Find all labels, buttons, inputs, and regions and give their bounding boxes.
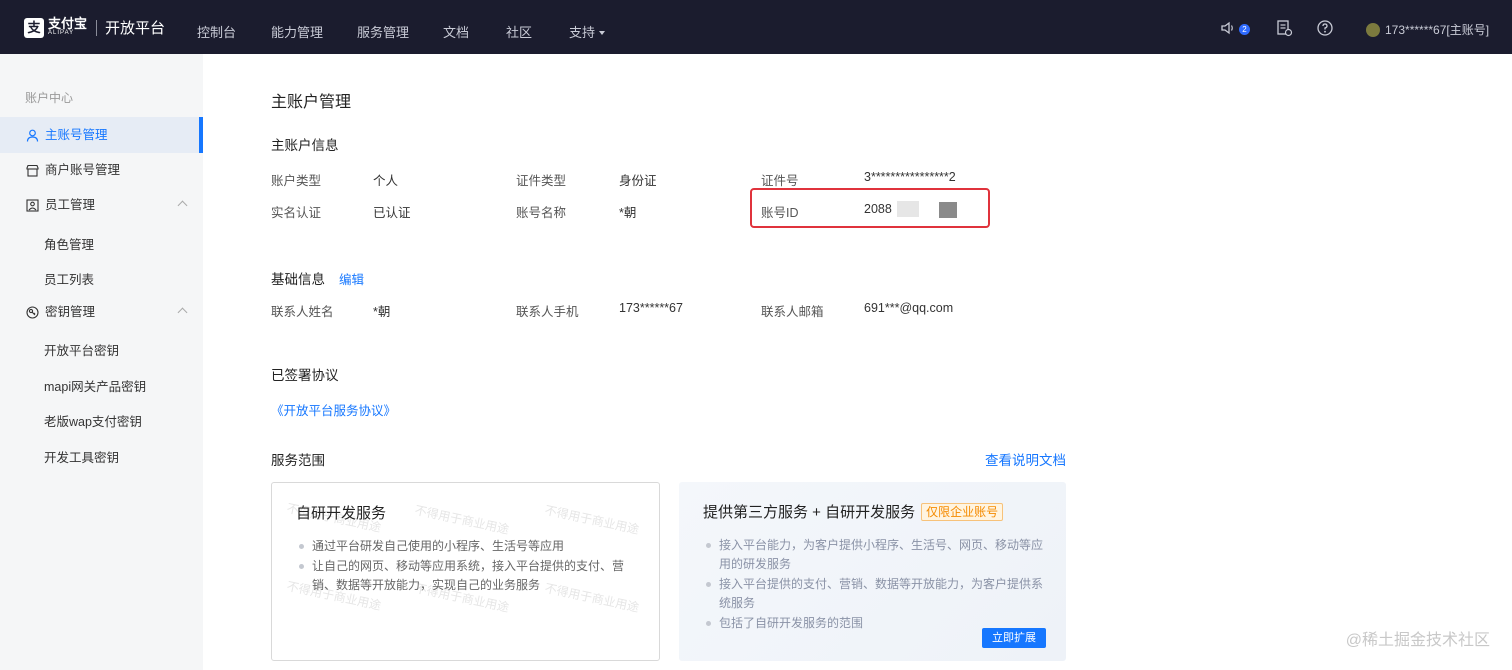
field-value: *朝 [373,305,391,319]
watermark: 不得用于商业用途 [413,503,511,537]
view-docs-link[interactable]: 查看说明文档 [985,449,1066,469]
field-value: 173******67 [619,301,683,315]
sidebar-item-main-account[interactable]: 主账号管理 [0,117,203,153]
card-bullets: 通过平台研发自己使用的小程序、生活号等应用 让自己的网页、移动等应用系统，接入平… [296,537,646,596]
field-label: 实名认证 [271,206,322,220]
field-value: 3****************2 [864,170,956,184]
nav-support[interactable]: 支持 [569,22,606,41]
card-title-text: 提供第三方服务 + 自研开发服务 [703,504,916,521]
service-scope-title: 服务范围 [271,453,325,468]
corner-watermark: @稀土掘金技术社区 [1345,632,1490,649]
platform-title: 开放平台 [105,20,166,37]
redaction-mask [897,201,919,217]
account-info-title: 主账户信息 [271,138,339,153]
main-content: 主账户管理 主账户信息 账户类型 个人 证件类型 身份证 证件号 3******… [203,54,1512,670]
agreement-link[interactable]: 《开放平台服务协议》 [271,400,396,419]
list-item: 接入平台能力，为客户提供小程序、生活号、网页、移动等应用的研发服务 [703,536,1053,574]
sidebar-item-label: 主账号管理 [45,128,108,142]
chevron-up-icon [177,200,188,211]
field-label: 联系人手机 [516,305,579,319]
help-icon[interactable] [1316,19,1334,37]
redaction-mask [939,202,957,218]
field-label: 账号ID [761,206,799,220]
sidebar-item-label: 商户账号管理 [45,163,121,177]
list-item: 让自己的网页、移动等应用系统，接入平台提供的支付、营销、数据等开放能力，实现自己… [296,557,646,595]
sidebar-item-label: 密钥管理 [45,305,96,319]
nav-docs[interactable]: 文档 [443,22,469,41]
notification-badge: 2 [1239,24,1250,35]
team-icon [26,198,39,212]
avatar [1366,22,1380,37]
user-menu[interactable]: 173******67[主账号] [1366,21,1489,38]
expand-now-button[interactable]: 立即扩展 [982,628,1046,648]
field-value: 691***@qq.com [864,301,954,315]
key-icon [26,305,39,319]
agreements-title: 已签署协议 [271,368,339,383]
field-label: 联系人邮箱 [761,305,824,319]
alipay-logo[interactable]: 支 支付宝 ALIPAY 开放平台 [24,17,165,38]
nav-console[interactable]: 控制台 [197,22,236,41]
edit-link[interactable]: 编辑 [339,269,364,288]
sidebar-item-dev-tool-key[interactable]: 开发工具密钥 [44,447,119,466]
nav-support-label: 支持 [569,25,596,40]
nav-capability[interactable]: 能力管理 [271,22,323,41]
sidebar-item-staff[interactable]: 员工管理 [0,187,203,223]
chevron-down-icon [599,31,606,35]
chevron-up-icon [177,307,188,318]
list-item: 接入平台提供的支付、营销、数据等开放能力，为客户提供系统服务 [703,575,1053,613]
field-value: *朝 [619,206,637,220]
sidebar-item-roles[interactable]: 角色管理 [44,234,94,253]
field-value: 个人 [373,174,399,188]
sidebar-item-staff-list[interactable]: 员工列表 [44,269,94,288]
field-label: 证件号 [761,174,799,188]
user-account-label: 173******67[主账号] [1385,23,1490,37]
sidebar: 账户中心 主账号管理 商户账号管理 员工管理 角色管理 员工列表 密钥管理 开放… [0,54,203,670]
account-id-value: 2088 [864,202,892,216]
self-dev-service-card[interactable]: 不得用于商业用途 不得用于商业用途 不得用于商业用途 不得用于商业用途 不得用于… [271,482,660,661]
logo-brand: 支付宝 ALIPAY [48,17,87,37]
logo-mark: 支 [24,17,44,38]
sidebar-item-mapi-key[interactable]: mapi网关产品密钥 [44,376,146,395]
list-item: 通过平台研发自己使用的小程序、生活号等应用 [296,537,646,556]
field-value: 身份证 [619,174,657,188]
nav-community[interactable]: 社区 [506,22,532,41]
card-title: 自研开发服务 [296,505,387,522]
basic-info-title: 基础信息 [271,272,325,287]
nav-service[interactable]: 服务管理 [357,22,409,41]
third-party-service-card[interactable]: 提供第三方服务 + 自研开发服务 仅限企业账号 接入平台能力，为客户提供小程序、生… [679,482,1066,661]
speaker-icon[interactable] [1220,19,1238,37]
logo-divider [96,19,98,36]
field-label: 联系人姓名 [271,305,334,319]
user-icon [26,129,39,142]
sidebar-item-merchant-account[interactable]: 商户账号管理 [0,152,203,188]
watermark: 不得用于商业用途 [543,503,641,537]
sidebar-section-title: 账户中心 [25,91,74,105]
field-label: 账户类型 [271,174,322,188]
card-title: 提供第三方服务 + 自研开发服务 仅限企业账号 [703,501,1004,522]
enterprise-only-tag: 仅限企业账号 [921,503,1004,521]
sidebar-item-label: 员工管理 [45,198,96,212]
document-icon[interactable] [1275,19,1293,37]
page-title: 主账户管理 [271,94,352,111]
field-label: 证件类型 [516,174,567,188]
card-bullets: 接入平台能力，为客户提供小程序、生活号、网页、移动等应用的研发服务 接入平台提供… [703,536,1053,634]
sidebar-item-keys[interactable]: 密钥管理 [0,294,203,330]
sidebar-item-wap-key[interactable]: 老版wap支付密钥 [44,411,142,430]
store-icon [26,164,39,177]
sidebar-item-open-platform-key[interactable]: 开放平台密钥 [44,340,119,359]
top-nav-bar: 支 支付宝 ALIPAY 开放平台 控制台 能力管理 服务管理 文档 社区 支持… [0,0,1512,54]
field-value: 已认证 [373,206,411,220]
field-label: 账号名称 [516,206,567,220]
